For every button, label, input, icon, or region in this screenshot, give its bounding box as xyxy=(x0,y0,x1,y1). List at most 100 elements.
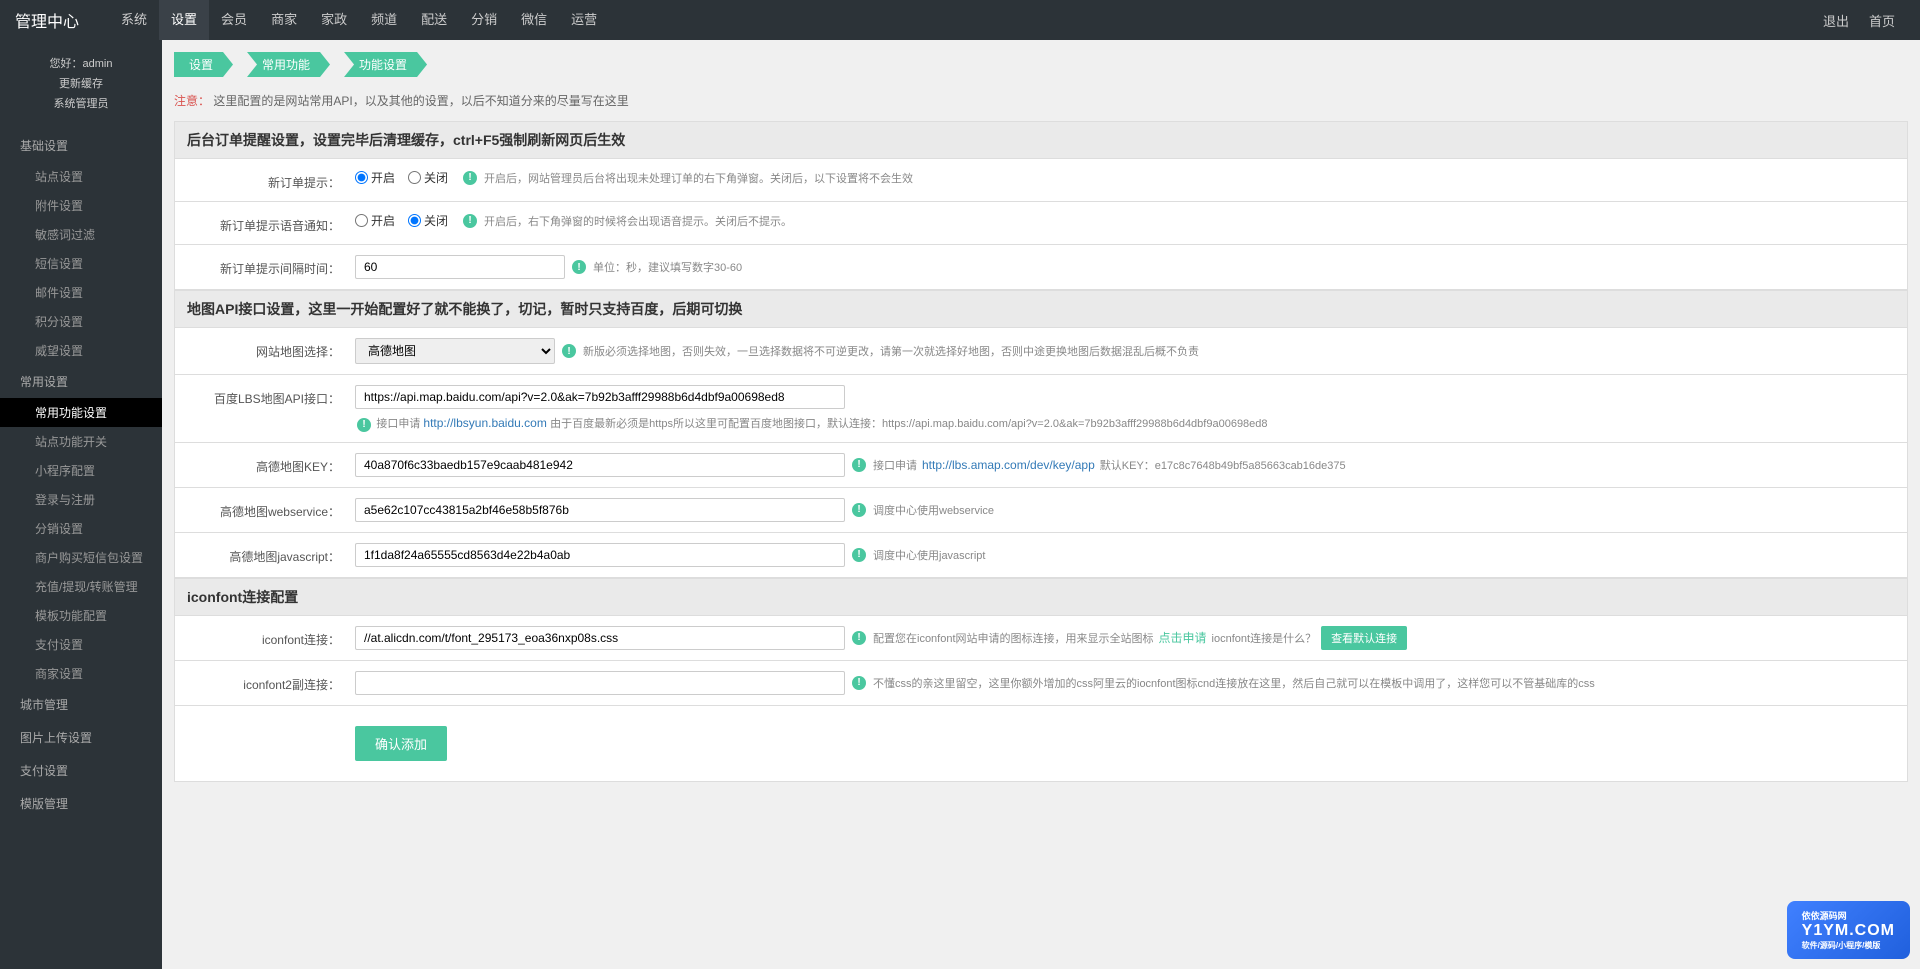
radio-voice-off-input[interactable] xyxy=(408,214,421,227)
sidebar-item-login[interactable]: 登录与注册 xyxy=(0,485,162,514)
sidebar-item-attachment[interactable]: 附件设置 xyxy=(0,191,162,220)
home-link[interactable]: 首页 xyxy=(1859,11,1905,30)
label-voice: 新订单提示语音通知： xyxy=(175,212,355,234)
label-amap-ws: 高德地图webservice： xyxy=(175,498,355,520)
nav-housekeeping[interactable]: 家政 xyxy=(309,0,359,40)
sidebar-item-points[interactable]: 积分设置 xyxy=(0,307,162,336)
sidebar-item-mail[interactable]: 邮件设置 xyxy=(0,278,162,307)
update-cache-link[interactable]: 更新缓存 xyxy=(0,75,162,95)
nav-merchant[interactable]: 商家 xyxy=(259,0,309,40)
help-iconfont2: 不懂css的亲这里留空，这里你额外增加的css阿里云的iocnfont图标cnd… xyxy=(873,675,1595,691)
sidebar-item-sensitive[interactable]: 敏感词过滤 xyxy=(0,220,162,249)
main-content: 设置 常用功能 功能设置 注意： 这里配置的是网站常用API，以及其他的设置，以… xyxy=(162,40,1920,969)
sidebar-group-pay[interactable]: 支付设置 xyxy=(0,754,162,787)
btn-view-default[interactable]: 查看默认连接 xyxy=(1321,626,1407,650)
bc-settings[interactable]: 设置 xyxy=(174,52,233,77)
radio-new-order-on[interactable]: 开启 xyxy=(355,169,395,186)
user-role: 系统管理员 xyxy=(0,95,162,115)
help-iconfont-1: 配置您在iconfont网站申请的图标连接，用来显示全站图标 xyxy=(873,630,1154,646)
row-baidu-api: 百度LBS地图API接口： ! 接口申请 http://lbsyun.baidu… xyxy=(174,375,1908,443)
info-icon: ! xyxy=(852,503,866,517)
sidebar-item-template-func[interactable]: 模板功能配置 xyxy=(0,601,162,630)
section-order-title: 后台订单提醒设置，设置完毕后清理缓存，ctrl+F5强制刷新网页后生效 xyxy=(174,121,1908,159)
header: 管理中心 系统 设置 会员 商家 家政 频道 配送 分销 微信 运营 退出 首页 xyxy=(0,0,1920,40)
radio-voice-off[interactable]: 关闭 xyxy=(408,212,448,229)
info-icon: ! xyxy=(852,548,866,562)
select-map[interactable]: 高德地图 xyxy=(355,338,555,364)
notice-label: 注意： xyxy=(174,94,210,108)
radio-off-input[interactable] xyxy=(408,171,421,184)
sidebar: 您好：admin 更新缓存 系统管理员 基础设置 站点设置 附件设置 敏感词过滤… xyxy=(0,40,162,969)
nav-distribution[interactable]: 分销 xyxy=(459,0,509,40)
watermark: 依依源码网 Y1YM.COM 软件/源码/小程序/模版 xyxy=(1787,901,1910,959)
row-iconfont: iconfont连接： ! 配置您在iconfont网站申请的图标连接，用来显示… xyxy=(174,616,1908,661)
label-map-select: 网站地图选择： xyxy=(175,338,355,360)
sidebar-group-basic[interactable]: 基础设置 xyxy=(0,129,162,162)
nav-channel[interactable]: 频道 xyxy=(359,0,409,40)
info-icon: ! xyxy=(852,458,866,472)
label-amap-key: 高德地图KEY： xyxy=(175,453,355,475)
info-icon: ! xyxy=(572,260,586,274)
help-amap-ws: 调度中心使用webservice xyxy=(873,502,994,518)
section-map-title: 地图API接口设置，这里一开始配置好了就不能换了，切记，暂时只支持百度，后期可切… xyxy=(174,290,1908,328)
info-icon: ! xyxy=(852,631,866,645)
bc-func[interactable]: 功能设置 xyxy=(344,52,427,77)
info-icon: ! xyxy=(562,344,576,358)
bc-common[interactable]: 常用功能 xyxy=(247,52,330,77)
row-new-order: 新订单提示： 开启 关闭 ! 开启后，网站管理员后台将出现未处理订单的右下角弹窗… xyxy=(174,159,1908,202)
sidebar-item-site[interactable]: 站点设置 xyxy=(0,162,162,191)
row-amap-js: 高德地图javascript： ! 调度中心使用javascript xyxy=(174,533,1908,578)
breadcrumb: 设置 常用功能 功能设置 xyxy=(174,52,1908,77)
nav-wechat[interactable]: 微信 xyxy=(509,0,559,40)
label-iconfont2: iconfont2副连接： xyxy=(175,671,355,693)
sidebar-item-payment[interactable]: 支付设置 xyxy=(0,630,162,659)
input-baidu-api[interactable] xyxy=(355,385,845,409)
link-baidu-lbs[interactable]: http://lbsyun.baidu.com xyxy=(423,416,546,430)
sidebar-item-prestige[interactable]: 威望设置 xyxy=(0,336,162,365)
logout-link[interactable]: 退出 xyxy=(1813,11,1859,30)
nav-operation[interactable]: 运营 xyxy=(559,0,609,40)
help-voice: 开启后，右下角弹窗的时候将会出现语音提示。关闭后不提示。 xyxy=(484,213,792,229)
sidebar-item-merchant-settings[interactable]: 商家设置 xyxy=(0,659,162,688)
input-interval[interactable] xyxy=(355,255,565,279)
help-amap-2: 默认KEY：e17c8c7648b49bf5a85663cab16de375 xyxy=(1100,457,1346,473)
input-iconfont[interactable] xyxy=(355,626,845,650)
row-interval: 新订单提示间隔时间： ! 单位：秒，建议填写数字30-60 xyxy=(174,245,1908,290)
watermark-sub: 软件/源码/小程序/模版 xyxy=(1802,940,1895,951)
sidebar-group-image[interactable]: 图片上传设置 xyxy=(0,721,162,754)
row-voice: 新订单提示语音通知： 开启 关闭 ! 开启后，右下角弹窗的时候将会出现语音提示。… xyxy=(174,202,1908,245)
sidebar-item-dist[interactable]: 分销设置 xyxy=(0,514,162,543)
help-map-select: 新版必须选择地图，否则失效，一旦选择数据将不可逆更改，请第一次就选择好地图，否则… xyxy=(583,343,1199,359)
sidebar-group-common[interactable]: 常用设置 xyxy=(0,365,162,398)
nav-settings[interactable]: 设置 xyxy=(159,0,209,40)
help-iconfont-2: iocnfont连接是什么？ xyxy=(1212,630,1317,646)
input-amap-key[interactable] xyxy=(355,453,845,477)
radio-voice-on-input[interactable] xyxy=(355,214,368,227)
sidebar-item-feature-switch[interactable]: 站点功能开关 xyxy=(0,427,162,456)
label-amap-js: 高德地图javascript： xyxy=(175,543,355,565)
link-amap[interactable]: http://lbs.amap.com/dev/key/app xyxy=(922,458,1095,472)
link-iconfont-apply[interactable]: 点击申请 xyxy=(1159,629,1207,646)
sidebar-item-miniapp[interactable]: 小程序配置 xyxy=(0,456,162,485)
sidebar-group-city[interactable]: 城市管理 xyxy=(0,688,162,721)
input-amap-js[interactable] xyxy=(355,543,845,567)
header-right: 退出 首页 xyxy=(1813,11,1905,30)
info-icon: ! xyxy=(852,676,866,690)
radio-on-input[interactable] xyxy=(355,171,368,184)
input-iconfont2[interactable] xyxy=(355,671,845,695)
notice-text: 这里配置的是网站常用API，以及其他的设置，以后不知道分来的尽量写在这里 xyxy=(213,94,628,108)
nav-system[interactable]: 系统 xyxy=(109,0,159,40)
sidebar-group-template[interactable]: 模版管理 xyxy=(0,787,162,820)
radio-new-order-off[interactable]: 关闭 xyxy=(408,169,448,186)
submit-button[interactable]: 确认添加 xyxy=(355,726,447,761)
nav-member[interactable]: 会员 xyxy=(209,0,259,40)
sidebar-item-sms[interactable]: 短信设置 xyxy=(0,249,162,278)
help-amap-js: 调度中心使用javascript xyxy=(873,547,985,563)
sidebar-item-merchant-sms[interactable]: 商户购买短信包设置 xyxy=(0,543,162,572)
nav-delivery[interactable]: 配送 xyxy=(409,0,459,40)
sidebar-item-common-func[interactable]: 常用功能设置 xyxy=(0,398,162,427)
sidebar-item-recharge[interactable]: 充值/提现/转账管理 xyxy=(0,572,162,601)
label-iconfont: iconfont连接： xyxy=(175,626,355,648)
radio-voice-on[interactable]: 开启 xyxy=(355,212,395,229)
input-amap-ws[interactable] xyxy=(355,498,845,522)
